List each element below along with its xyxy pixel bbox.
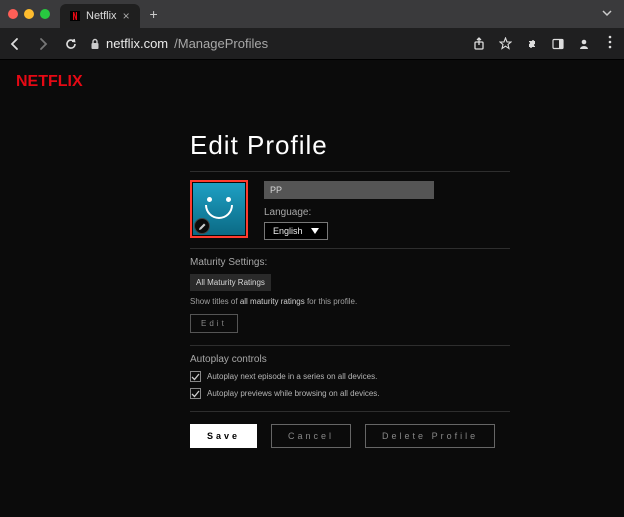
- forward-button[interactable]: [36, 37, 50, 51]
- maximize-window-button[interactable]: [40, 9, 50, 19]
- share-button[interactable]: [473, 37, 485, 51]
- netflix-logo[interactable]: NETFLIX: [16, 70, 88, 95]
- back-button[interactable]: [8, 37, 22, 51]
- tab-strip: Netflix × +: [60, 0, 602, 28]
- extensions-button[interactable]: [526, 38, 538, 50]
- bookmark-button[interactable]: [499, 37, 512, 50]
- browser-tab[interactable]: Netflix ×: [60, 4, 140, 28]
- nav-controls: [8, 37, 78, 51]
- maturity-rating-badge: All Maturity Ratings: [190, 274, 271, 291]
- profile-button[interactable]: [578, 38, 590, 50]
- cancel-button[interactable]: Cancel: [271, 424, 351, 448]
- edit-profile-form: Edit Profile Language: English: [190, 130, 510, 448]
- tab-title: Netflix: [86, 10, 117, 22]
- arrow-right-icon: [36, 37, 50, 51]
- pencil-icon: [198, 222, 207, 231]
- maturity-heading: Maturity Settings:: [190, 257, 510, 268]
- save-button[interactable]: Save: [190, 424, 257, 448]
- browser-window: Netflix × + netflix.com/ManageProfiles: [0, 0, 624, 517]
- url-host: netflix.com: [106, 36, 168, 51]
- delete-profile-button[interactable]: Delete Profile: [365, 424, 495, 448]
- caret-down-icon: [311, 228, 319, 234]
- traffic-lights: [8, 9, 50, 19]
- language-label: Language:: [264, 207, 510, 218]
- autoplay-previews-checkbox[interactable]: [190, 388, 201, 399]
- sidepanel-button[interactable]: [552, 38, 564, 50]
- lock-icon: [90, 38, 100, 50]
- page-title: Edit Profile: [190, 130, 510, 161]
- netflix-favicon-icon: [70, 11, 80, 21]
- window-titlebar: Netflix × +: [0, 0, 624, 28]
- autoplay-next-checkbox[interactable]: [190, 371, 201, 382]
- edit-avatar-badge: [194, 218, 210, 234]
- divider: [190, 248, 510, 249]
- tab-close-button[interactable]: ×: [123, 9, 130, 23]
- reload-icon: [64, 37, 78, 51]
- menu-button[interactable]: [604, 35, 616, 52]
- svg-text:NETFLIX: NETFLIX: [16, 73, 83, 90]
- address-bar: netflix.com/ManageProfiles: [0, 28, 624, 60]
- avatar-button[interactable]: [190, 180, 248, 238]
- url-field[interactable]: netflix.com/ManageProfiles: [90, 36, 461, 51]
- tabs-overflow-button[interactable]: [602, 7, 612, 21]
- autoplay-next-label: Autoplay next episode in a series on all…: [207, 372, 377, 381]
- kebab-icon: [608, 35, 612, 49]
- page: NETFLIX Edit Profile Language:: [0, 60, 624, 517]
- maturity-edit-button[interactable]: Edit: [190, 314, 238, 333]
- url-path: /ManageProfiles: [174, 36, 268, 51]
- profile-name-input[interactable]: [264, 181, 434, 199]
- arrow-left-icon: [8, 37, 22, 51]
- autoplay-previews-label: Autoplay previews while browsing on all …: [207, 389, 380, 398]
- minimize-window-button[interactable]: [24, 9, 34, 19]
- language-selected: English: [273, 226, 303, 236]
- check-icon: [191, 372, 200, 381]
- chevron-down-icon: [602, 8, 612, 18]
- autoplay-heading: Autoplay controls: [190, 354, 510, 365]
- check-icon: [191, 389, 200, 398]
- star-icon: [499, 37, 512, 50]
- panel-icon: [552, 38, 564, 50]
- divider: [190, 345, 510, 346]
- language-select[interactable]: English: [264, 222, 328, 240]
- toolbar-actions: [473, 35, 616, 52]
- reload-button[interactable]: [64, 37, 78, 51]
- maturity-subtext: Show titles of all maturity ratings for …: [190, 297, 510, 306]
- person-icon: [578, 38, 590, 50]
- button-row: Save Cancel Delete Profile: [190, 424, 510, 448]
- divider: [190, 411, 510, 412]
- new-tab-button[interactable]: +: [144, 6, 164, 22]
- puzzle-icon: [526, 38, 538, 50]
- netflix-logo-icon: NETFLIX: [16, 70, 88, 90]
- divider: [190, 171, 510, 172]
- share-icon: [473, 37, 485, 51]
- close-window-button[interactable]: [8, 9, 18, 19]
